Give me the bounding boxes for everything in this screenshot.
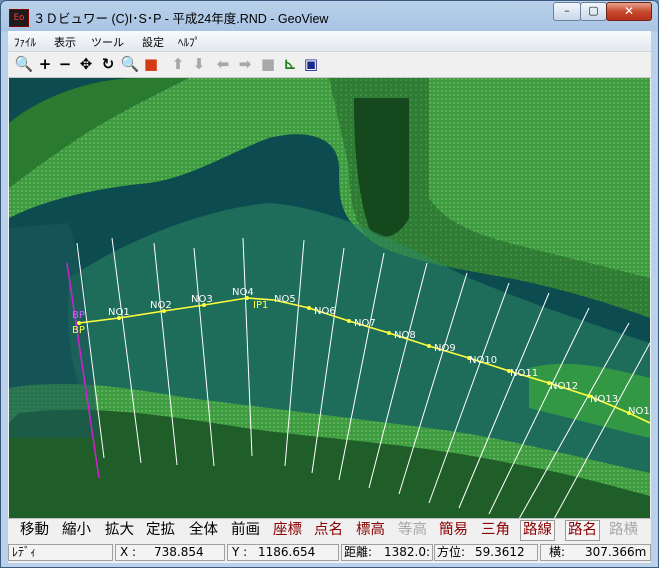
status-distance-value: 1382.0:	[384, 545, 431, 559]
station-label-no5: NO5	[274, 294, 296, 305]
status-distance-label: 距離:	[344, 545, 373, 559]
axes-icon[interactable]: ⊾	[280, 55, 300, 73]
station-label-no13: NO13	[590, 394, 618, 405]
cmd-route-cross-button[interactable]: 路横	[609, 520, 638, 541]
cmd-contour-button[interactable]: 等高	[398, 520, 427, 541]
menu-bar: ﾌｧｲﾙ 表示 ツール 設定 ﾍﾙﾌﾟ	[8, 31, 651, 52]
status-mode-text: ﾚﾃﾞｨ	[12, 545, 37, 559]
menu-settings[interactable]: 設定	[142, 34, 164, 50]
station-label-no4: NO4	[232, 287, 254, 298]
command-bar: 移動 縮小 拡大 定拡 全体 前画 座標 点名 標高 等高 簡易 三角 路線 路名 路横	[8, 518, 651, 543]
status-slope: 横: 307.366m	[540, 544, 651, 561]
cmd-previous-view-button[interactable]: 前画	[231, 520, 260, 541]
cmd-simple-button[interactable]: 簡易	[439, 520, 468, 541]
3d-viewport[interactable]: BP BP NO1 NO2 NO3 NO4 IP1 NO5 NO6 NO7 NO…	[9, 78, 650, 519]
client-area: ﾌｧｲﾙ 表示 ツール 設定 ﾍﾙﾌﾟ 🔍 + − ✥ ↻ 🔍 ■ ⬆ ⬇ ⬅ ➡ ■ ⊾ ▣	[8, 31, 651, 563]
status-bearing: 方位: 59.3612	[434, 544, 538, 561]
station-label-no7: NO7	[354, 318, 376, 329]
menu-file[interactable]: ﾌｧｲﾙ	[14, 34, 36, 50]
status-slope-value: 307.366m	[585, 545, 647, 559]
cmd-elevation-button[interactable]: 標高	[356, 520, 385, 541]
title-bar[interactable]: Eo ３Ｄビュワー (C)I･S･P - 平成24年度.RND - GeoVie…	[1, 1, 658, 31]
station-label-bp-top: BP	[72, 310, 85, 321]
station-label-no11: NO11	[510, 368, 538, 379]
station-label-no6: NO6	[314, 306, 336, 317]
close-button[interactable]: ✕	[606, 2, 652, 21]
cmd-shrink-button[interactable]: 縮小	[62, 520, 91, 541]
cmd-enlarge-button[interactable]: 拡大	[105, 520, 134, 541]
station-label-no12: NO12	[550, 381, 578, 392]
station-label-bp: BP	[72, 325, 85, 336]
menu-tools[interactable]: ツール	[91, 34, 124, 50]
station-label-no2: NO2	[150, 300, 172, 311]
status-mode: ﾚﾃﾞｨ	[8, 544, 113, 561]
rotate-icon[interactable]: ↻	[98, 55, 118, 73]
arrow-up-icon: ⬆	[171, 55, 185, 73]
menu-help[interactable]: ﾍﾙﾌﾟ	[178, 34, 200, 50]
station-label-no8: NO8	[394, 330, 416, 341]
arrow-down-icon: ⬇	[192, 55, 206, 73]
menu-view[interactable]: 表示	[54, 34, 76, 50]
status-y-value: 1186.654	[258, 545, 316, 559]
status-y: Y : 1186.654	[227, 544, 339, 561]
terrain-canvas[interactable]: BP BP NO1 NO2 NO3 NO4 IP1 NO5 NO6 NO7 NO…	[9, 78, 650, 519]
arrow-left-icon: ⬅	[216, 55, 230, 73]
station-label-no10: NO10	[469, 355, 497, 366]
status-bar: ﾚﾃﾞｨ X : 738.854 Y : 1186.654 距離: 1382.0…	[8, 542, 651, 563]
status-x-value: 738.854	[154, 545, 204, 559]
window-icon[interactable]: ▣	[301, 55, 321, 73]
cmd-fit-all-button[interactable]: 全体	[189, 520, 218, 541]
status-x-label: X :	[120, 545, 137, 559]
status-bearing-label: 方位:	[437, 545, 466, 559]
status-x: X : 738.854	[115, 544, 225, 561]
station-label-no14: NO14	[628, 406, 650, 417]
station-label-no1: NO1	[108, 307, 130, 318]
cmd-point-names-button[interactable]: 点名	[314, 520, 343, 541]
cmd-fixed-zoom-button[interactable]: 定拡	[146, 520, 175, 541]
zoom-region-icon[interactable]: 🔍	[14, 55, 34, 73]
cmd-triangulation-button[interactable]: 三角	[481, 520, 510, 541]
app-window: Eo ３Ｄビュワー (C)I･S･P - 平成24年度.RND - GeoVie…	[0, 0, 659, 568]
station-label-ip1: IP1	[253, 300, 268, 311]
toolbar: 🔍 + − ✥ ↻ 🔍 ■ ⬆ ⬇ ⬅ ➡ ■ ⊾ ▣	[8, 52, 651, 78]
cmd-move-button[interactable]: 移動	[20, 520, 49, 541]
status-distance: 距離: 1382.0:	[341, 544, 433, 561]
cmd-route-line-button[interactable]: 路線	[520, 520, 555, 541]
zoom-search-icon[interactable]: 🔍	[120, 55, 140, 73]
cube-icon[interactable]: ■	[141, 55, 161, 73]
box-icon: ■	[260, 55, 276, 73]
pan-icon[interactable]: ✥	[76, 55, 96, 73]
cmd-route-name-button[interactable]: 路名	[565, 520, 600, 541]
status-y-label: Y :	[232, 545, 248, 559]
minimize-button[interactable]: –	[553, 2, 581, 21]
maximize-button[interactable]: ▢	[580, 2, 607, 21]
arrow-right-icon: ➡	[238, 55, 252, 73]
cmd-coordinates-button[interactable]: 座標	[273, 520, 302, 541]
station-label-no9: NO9	[434, 343, 456, 354]
app-icon[interactable]: Eo	[9, 9, 29, 27]
station-label-no3: NO3	[191, 294, 213, 305]
status-slope-label: 横:	[549, 545, 566, 559]
window-title: ３Ｄビュワー (C)I･S･P - 平成24年度.RND - GeoView	[33, 12, 329, 26]
zoom-out-icon[interactable]: −	[55, 55, 75, 73]
status-bearing-value: 59.3612	[475, 545, 525, 559]
zoom-in-icon[interactable]: +	[35, 55, 55, 73]
